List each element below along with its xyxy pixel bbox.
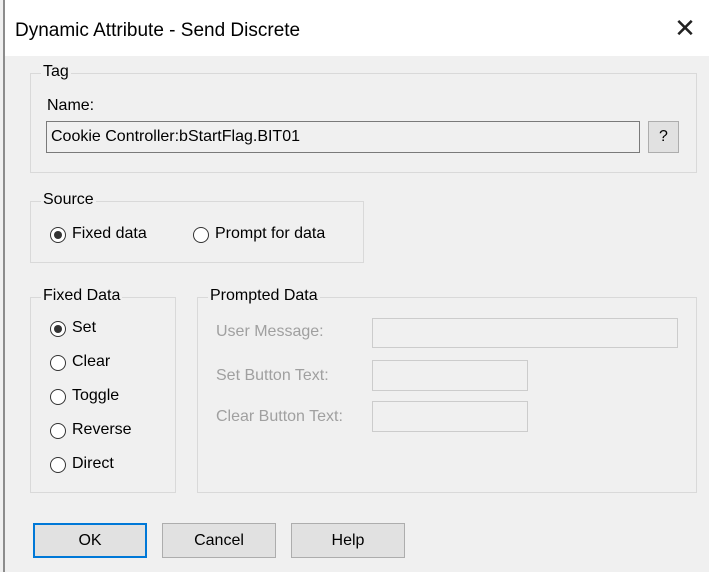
source-group-label: Source bbox=[41, 191, 96, 209]
tag-group-label: Tag bbox=[41, 63, 71, 81]
cancel-button[interactable]: Cancel bbox=[162, 523, 276, 558]
radio-clear-circle bbox=[50, 355, 66, 371]
fixed-data-group: Fixed Data Set Clear Toggle Reverse Dire… bbox=[30, 287, 176, 493]
clear-button-text-label: Clear Button Text: bbox=[216, 408, 343, 425]
radio-prompt-for-data-circle bbox=[193, 227, 209, 243]
radio-selected-dot bbox=[54, 325, 62, 333]
dialog: Dynamic Attribute - Send Discrete ✕ Tag … bbox=[0, 0, 709, 572]
radio-fixed-data[interactable]: Fixed data bbox=[50, 225, 180, 245]
ok-button[interactable]: OK bbox=[33, 523, 147, 558]
radio-toggle-circle bbox=[50, 389, 66, 405]
fixed-data-group-label: Fixed Data bbox=[41, 287, 123, 305]
radio-fixed-data-circle bbox=[50, 227, 66, 243]
radio-toggle[interactable]: Toggle bbox=[50, 387, 150, 407]
radio-reverse-circle bbox=[50, 423, 66, 439]
source-group: Source Fixed data Prompt for data bbox=[30, 191, 364, 263]
radio-selected-dot bbox=[54, 231, 62, 239]
tag-name-field[interactable]: Cookie Controller:bStartFlag.BIT01 bbox=[46, 121, 640, 153]
radio-prompt-for-data[interactable]: Prompt for data bbox=[193, 225, 343, 245]
radio-toggle-label: Toggle bbox=[72, 387, 120, 404]
radio-clear[interactable]: Clear bbox=[50, 353, 150, 373]
radio-clear-label: Clear bbox=[72, 353, 111, 370]
radio-direct[interactable]: Direct bbox=[50, 455, 150, 475]
radio-reverse[interactable]: Reverse bbox=[50, 421, 160, 441]
radio-fixed-data-label: Fixed data bbox=[72, 225, 147, 242]
browse-tag-button[interactable]: ? bbox=[648, 121, 679, 153]
radio-set[interactable]: Set bbox=[50, 319, 150, 339]
window-border bbox=[3, 0, 5, 572]
set-button-text-field[interactable] bbox=[372, 360, 528, 391]
user-message-field[interactable] bbox=[372, 318, 678, 348]
radio-prompt-for-data-label: Prompt for data bbox=[215, 225, 326, 242]
prompted-data-group-label: Prompted Data bbox=[208, 287, 320, 305]
user-message-label: User Message: bbox=[216, 323, 324, 340]
help-button[interactable]: Help bbox=[291, 523, 405, 558]
tag-group: Tag Name: Cookie Controller:bStartFlag.B… bbox=[30, 63, 697, 173]
radio-reverse-label: Reverse bbox=[72, 421, 132, 438]
radio-set-label: Set bbox=[72, 319, 97, 336]
window-title: Dynamic Attribute - Send Discrete bbox=[15, 20, 301, 41]
title-bar: Dynamic Attribute - Send Discrete ✕ bbox=[5, 0, 709, 56]
name-label: Name: bbox=[47, 97, 95, 114]
set-button-text-label: Set Button Text: bbox=[216, 367, 329, 384]
prompted-data-group: Prompted Data User Message: Set Button T… bbox=[197, 287, 697, 493]
radio-set-circle bbox=[50, 321, 66, 337]
radio-direct-circle bbox=[50, 457, 66, 473]
close-icon[interactable]: ✕ bbox=[671, 14, 699, 42]
radio-direct-label: Direct bbox=[72, 455, 114, 472]
clear-button-text-field[interactable] bbox=[372, 401, 528, 432]
